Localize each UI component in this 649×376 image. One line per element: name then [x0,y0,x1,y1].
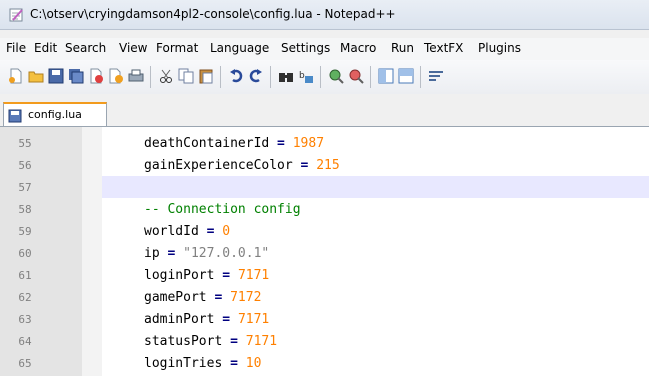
menu-search[interactable]: Search [65,41,106,55]
line-number: 60 [18,247,32,260]
setting-key: gamePort [144,290,207,305]
operator: = [269,136,293,151]
save-all-icon[interactable] [67,67,85,85]
current-line-highlight [102,176,649,198]
menu-run[interactable]: Run [391,41,414,55]
setting-key: ip [144,246,160,261]
code-line: gainExperienceColor = 215 [144,158,340,173]
setting-key: statusPort [144,334,223,349]
toolbar-separator [150,66,151,88]
toolbar-separator [270,66,271,88]
operator: = [198,224,223,239]
zoom-in-icon[interactable] [327,67,345,85]
find-icon[interactable] [277,67,295,85]
number-value: 7171 [245,334,278,349]
print-icon[interactable] [127,67,145,85]
number-value: 7172 [230,290,262,305]
menu-format[interactable]: Format [156,41,198,55]
setting-key: loginTries [144,356,223,371]
menu-file[interactable]: File [6,41,26,55]
line-number: 65 [18,357,32,370]
operator: = [214,268,238,283]
menu-bar: File Edit Search View Format Language Se… [0,38,649,61]
code-editor[interactable]: 55 56 57 58 59 60 61 62 63 64 65 deathCo… [0,127,649,376]
line-number: 62 [18,291,32,304]
operator: = [292,158,317,173]
setting-key: adminPort [144,312,215,327]
line-number: 61 [18,269,32,282]
window-title: C:\otserv\cryingdamson4pl2-console\confi… [30,7,396,21]
code-line: -- Connection config [144,202,301,217]
sync-horizontal-icon[interactable] [397,67,415,85]
code-line: ip = "127.0.0.1" [144,246,269,261]
number-value: 7171 [237,312,270,327]
sync-vertical-icon[interactable] [377,67,395,85]
number-value: 215 [316,158,340,173]
open-file-icon[interactable] [27,67,45,85]
toolbar-separator [320,66,321,88]
word-wrap-icon[interactable] [427,67,445,85]
toolbar-separator [370,66,371,88]
number-value: 0 [222,224,231,239]
line-number: 59 [18,225,32,238]
code-line: deathContainerId = 1987 [144,136,324,151]
toolbar-separator [220,66,221,88]
copy-icon[interactable] [177,67,195,85]
menu-textfx[interactable]: TextFX [424,41,463,55]
close-icon[interactable] [87,67,105,85]
line-number: 55 [18,137,32,150]
paste-icon[interactable] [197,67,215,85]
code-comment: -- Connection config [144,202,301,217]
tab-config-lua[interactable]: config.lua [3,102,107,126]
operator: = [222,334,246,349]
undo-icon[interactable] [227,67,245,85]
code-line: gamePort = 7172 [144,290,261,305]
cut-icon[interactable] [157,67,175,85]
menu-plugins[interactable]: Plugins [478,41,521,55]
redo-icon[interactable] [247,67,265,85]
menu-macro[interactable]: Macro [340,41,376,55]
save-icon[interactable] [47,67,65,85]
number-value: 1987 [292,136,325,151]
zoom-out-icon[interactable] [347,67,365,85]
tab-label: config.lua [28,108,82,121]
setting-key: gainExperienceColor [144,158,293,173]
line-number-gutter: 55 56 57 58 59 60 61 62 63 64 65 [0,127,82,376]
menu-view[interactable]: View [119,41,147,55]
toolbar: b [0,60,649,95]
line-number: 56 [18,159,32,172]
code-line: loginTries = 10 [144,356,261,371]
menu-settings[interactable]: Settings [281,41,330,55]
operator: = [222,356,246,371]
setting-key: deathContainerId [144,136,270,151]
line-number: 57 [18,181,32,194]
string-value: "127.0.0.1" [183,246,270,261]
setting-key: worldId [144,224,199,239]
fold-margin [82,127,102,376]
code-line: worldId = 0 [144,224,230,239]
code-line: statusPort = 7171 [144,334,277,349]
tab-strip: config.lua [0,94,649,127]
notepad-app-icon [9,8,23,22]
code-line: adminPort = 7171 [144,312,269,327]
operator: = [206,290,231,305]
close-all-icon[interactable] [107,67,125,85]
menu-language[interactable]: Language [210,41,269,55]
operator: = [159,246,184,261]
toolbar-separator [420,66,421,88]
number-value: 7171 [237,268,270,283]
saved-file-icon [8,108,22,127]
replace-icon[interactable]: b [297,67,315,85]
menu-edit[interactable]: Edit [34,41,57,55]
svg-text:b: b [299,71,305,81]
line-number: 58 [18,203,32,216]
code-line: loginPort = 7171 [144,268,269,283]
setting-key: loginPort [144,268,215,283]
operator: = [214,312,238,327]
title-bar: C:\otserv\cryingdamson4pl2-console\confi… [0,0,649,30]
new-file-icon[interactable] [7,67,25,85]
line-number: 64 [18,335,32,348]
number-value: 10 [245,356,262,371]
line-number: 63 [18,313,32,326]
